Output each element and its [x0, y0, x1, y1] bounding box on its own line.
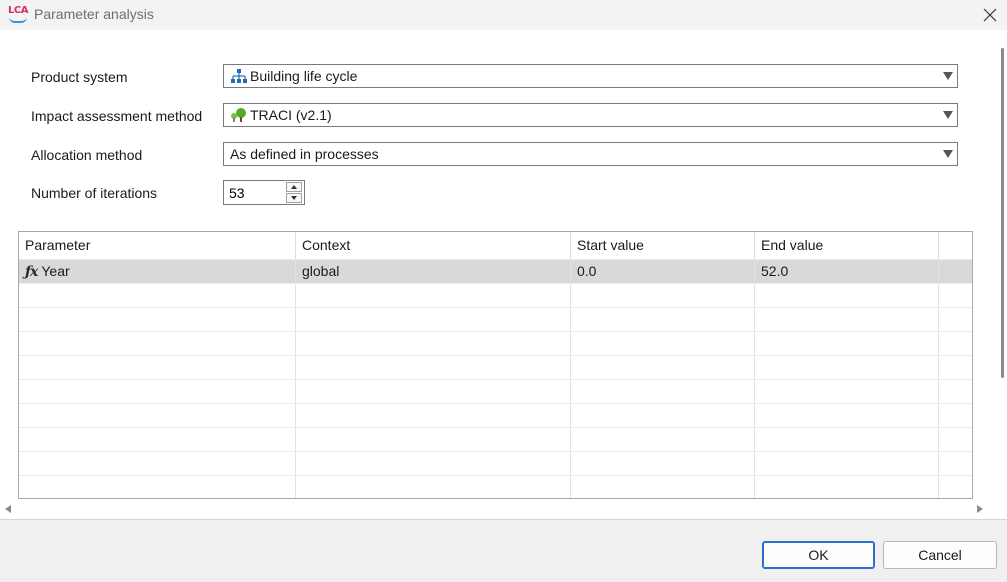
spin-up-button[interactable] — [286, 182, 302, 192]
column-header-parameter[interactable]: Parameter — [19, 232, 296, 259]
chevron-down-icon[interactable] — [943, 111, 953, 119]
parameter-analysis-dialog: LCA Parameter analysis Product system Bu… — [0, 0, 1007, 582]
iterations-label: Number of iterations — [31, 185, 158, 201]
table-row[interactable]: ƒx Year global 0.0 52.0 — [19, 259, 972, 283]
cell-end-value[interactable]: 52.0 — [755, 260, 939, 283]
empty-row — [19, 403, 972, 427]
vertical-scrollbar-thumb[interactable] — [1001, 48, 1004, 378]
vertical-scrollbar[interactable] — [999, 30, 1007, 520]
column-header-start-value[interactable]: Start value — [571, 232, 755, 259]
empty-row — [19, 379, 972, 403]
spin-down-button[interactable] — [286, 193, 302, 203]
column-header-context[interactable]: Context — [296, 232, 571, 259]
ok-button[interactable]: OK — [762, 541, 875, 569]
column-header-filler — [939, 232, 972, 259]
app-logo-text: LCA — [8, 5, 28, 16]
horizontal-scrollbar[interactable] — [0, 499, 1007, 519]
close-icon — [983, 8, 997, 22]
parameter-name: Year — [41, 263, 70, 279]
empty-row — [19, 283, 972, 307]
impact-method-label: Impact assessment method — [31, 108, 203, 124]
footer-divider — [0, 519, 1007, 520]
product-system-value: Building life cycle — [250, 68, 358, 84]
product-system-select[interactable]: Building life cycle — [223, 64, 958, 88]
impact-method-value: TRACI (v2.1) — [250, 107, 332, 123]
empty-row — [19, 307, 972, 331]
empty-row — [19, 331, 972, 355]
cell-parameter[interactable]: ƒx Year — [19, 260, 296, 283]
product-system-icon — [231, 69, 247, 83]
chevron-down-icon[interactable] — [943, 150, 953, 158]
fx-icon: ƒx — [25, 264, 38, 280]
close-button[interactable] — [973, 0, 1007, 30]
allocation-method-value: As defined in processes — [230, 146, 379, 162]
allocation-method-select[interactable]: As defined in processes — [223, 142, 958, 166]
iterations-input[interactable] — [224, 181, 289, 204]
product-system-label: Product system — [31, 69, 128, 85]
iterations-spinner[interactable] — [223, 180, 305, 205]
empty-row — [19, 475, 972, 498]
scroll-left-icon[interactable] — [5, 505, 11, 513]
allocation-method-label: Allocation method — [31, 147, 143, 163]
cell-context[interactable]: global — [296, 260, 571, 283]
impact-method-select[interactable]: TRACI (v2.1) — [223, 103, 958, 127]
chevron-down-icon[interactable] — [943, 72, 953, 80]
table-header: Parameter Context Start value End value — [19, 232, 972, 259]
cancel-button[interactable]: Cancel — [883, 541, 997, 569]
window-title: Parameter analysis — [34, 6, 154, 22]
cell-start-value[interactable]: 0.0 — [571, 260, 755, 283]
impact-method-icon — [231, 108, 246, 122]
empty-row — [19, 355, 972, 379]
empty-row — [19, 451, 972, 475]
caret-up-icon — [291, 185, 297, 189]
title-bar: LCA Parameter analysis — [0, 0, 1007, 30]
caret-down-icon — [291, 196, 297, 200]
empty-row — [19, 427, 972, 451]
scroll-right-icon[interactable] — [977, 505, 983, 513]
parameter-table[interactable]: Parameter Context Start value End value … — [18, 231, 973, 499]
app-logo-icon: LCA — [8, 5, 28, 23]
column-header-end-value[interactable]: End value — [755, 232, 939, 259]
